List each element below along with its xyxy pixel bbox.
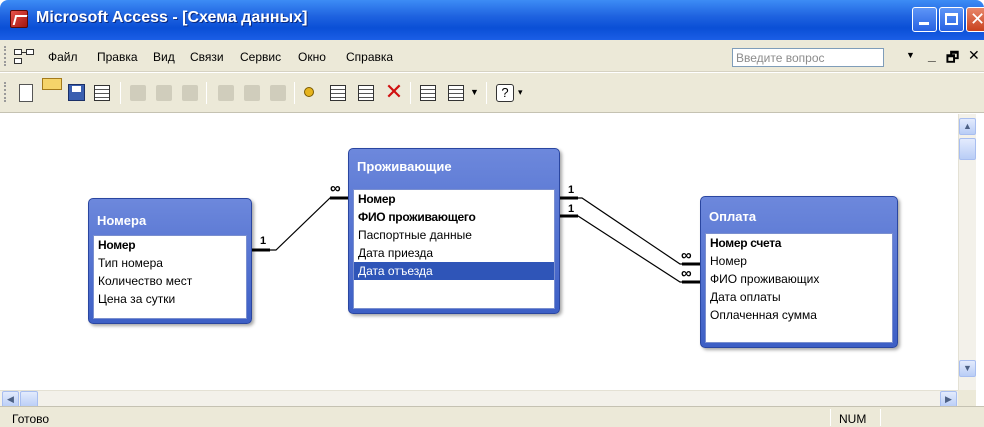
- field-item[interactable]: Цена за сутки: [94, 290, 246, 308]
- properties-icon[interactable]: [94, 85, 110, 101]
- minimize-icon: [919, 22, 929, 25]
- table-title: Оплата: [709, 209, 757, 224]
- field-list[interactable]: Номер ФИО проживающего Паспортные данные…: [353, 189, 555, 309]
- field-item[interactable]: Дата оплаты: [706, 288, 892, 306]
- status-divider: [880, 409, 881, 426]
- table-nomera[interactable]: Номера Номер Тип номера Количество мест …: [88, 198, 252, 324]
- menu-relationships[interactable]: Связи: [190, 50, 224, 64]
- relationship-one-label: 1: [260, 235, 266, 247]
- field-item[interactable]: Оплаченная сумма: [706, 306, 892, 324]
- status-text: Готово: [12, 412, 50, 426]
- print-preview-icon[interactable]: [156, 85, 172, 101]
- help-icon[interactable]: ?: [496, 84, 514, 102]
- copy-icon[interactable]: [244, 85, 260, 101]
- paste-icon[interactable]: [270, 85, 286, 101]
- status-bar: Готово NUM: [0, 406, 984, 427]
- vertical-scroll-thumb[interactable]: [959, 138, 976, 160]
- relationship-line[interactable]: [252, 197, 350, 251]
- field-item[interactable]: ФИО проживающего: [354, 208, 554, 226]
- new-object-dropdown-icon[interactable]: ▼: [470, 87, 490, 107]
- toolbar-separator: [206, 82, 207, 104]
- database-window-icon[interactable]: [420, 85, 436, 101]
- show-direct-icon[interactable]: [330, 85, 346, 101]
- open-icon[interactable]: [42, 78, 62, 90]
- field-list[interactable]: Номер Тип номера Количество мест Цена за…: [93, 235, 247, 319]
- ask-dropdown-icon[interactable]: ▼: [906, 50, 915, 60]
- horizontal-scrollbar[interactable]: ◀ ▶: [0, 390, 958, 408]
- menu-edit[interactable]: Правка: [97, 50, 138, 64]
- toolbar: ✕ ▼ ? ▾: [0, 73, 984, 113]
- delete-icon[interactable]: ✕: [384, 81, 404, 103]
- table-oplata[interactable]: Оплата Номер счета Номер ФИО проживающих…: [700, 196, 898, 348]
- toolbar-separator: [120, 82, 121, 104]
- menu-file[interactable]: Файл: [48, 50, 78, 64]
- status-divider: [830, 409, 831, 426]
- menu-tools[interactable]: Сервис: [240, 50, 281, 64]
- close-icon: ✕: [970, 9, 984, 29]
- window-title: Microsoft Access - [Схема данных]: [36, 9, 308, 26]
- num-lock-indicator: NUM: [839, 412, 867, 426]
- show-table-icon[interactable]: [304, 87, 314, 97]
- toolbar-separator: [294, 82, 295, 104]
- field-item[interactable]: Номер счета: [706, 234, 892, 252]
- field-item-selected[interactable]: Дата отъезда: [354, 262, 554, 280]
- new-button[interactable]: [16, 83, 36, 103]
- toolbar-separator: [486, 82, 487, 104]
- relationships-canvas[interactable]: 1 ∞ 1 ∞ 1 ∞ Номера Номер Тип номера Коли…: [0, 114, 958, 390]
- field-item[interactable]: Дата приезда: [354, 244, 554, 262]
- field-item[interactable]: Номер: [354, 190, 554, 208]
- menu-view[interactable]: Вид: [153, 50, 175, 64]
- scroll-down-icon[interactable]: ▼: [959, 360, 976, 377]
- scroll-up-icon[interactable]: ▲: [959, 118, 976, 135]
- relationships-window-icon[interactable]: [14, 49, 36, 65]
- show-all-icon[interactable]: [358, 85, 374, 101]
- field-item[interactable]: Номер: [706, 252, 892, 270]
- new-icon: [19, 84, 33, 102]
- menu-grip[interactable]: [4, 46, 7, 66]
- relationship-one-label: 1: [568, 184, 574, 196]
- field-item[interactable]: Тип номера: [94, 254, 246, 272]
- title-bar: Microsoft Access - [Схема данных] ✕: [0, 0, 984, 40]
- menu-help[interactable]: Справка: [346, 50, 393, 64]
- vertical-scrollbar[interactable]: ▲ ▼: [958, 114, 976, 404]
- relationship-many-label: ∞: [330, 180, 341, 197]
- spelling-icon[interactable]: [182, 85, 198, 101]
- minimize-button[interactable]: [912, 7, 937, 32]
- table-title: Номера: [97, 213, 147, 228]
- print-icon[interactable]: [130, 85, 146, 101]
- relationship-one-label: 1: [568, 203, 574, 215]
- access-app-icon[interactable]: [10, 10, 28, 28]
- new-object-icon[interactable]: [448, 85, 464, 101]
- doc-minimize-icon[interactable]: _: [928, 47, 936, 63]
- save-icon[interactable]: [68, 84, 85, 101]
- toolbar-grip[interactable]: [4, 82, 7, 102]
- menu-window[interactable]: Окно: [298, 50, 326, 64]
- field-item[interactable]: ФИО проживающих: [706, 270, 892, 288]
- relationship-many-label: ∞: [681, 265, 692, 282]
- ask-question-input[interactable]: Введите вопрос: [732, 48, 884, 67]
- table-prozhivayushchie[interactable]: Проживающие Номер ФИО проживающего Паспо…: [348, 148, 560, 314]
- close-button[interactable]: ✕: [966, 7, 984, 32]
- relationship-many-label: ∞: [681, 247, 692, 264]
- field-item[interactable]: Номер: [94, 236, 246, 254]
- doc-close-icon[interactable]: ✕: [968, 47, 980, 64]
- maximize-button[interactable]: [939, 7, 964, 32]
- field-list[interactable]: Номер счета Номер ФИО проживающих Дата о…: [705, 233, 893, 343]
- field-item[interactable]: Паспортные данные: [354, 226, 554, 244]
- field-item[interactable]: Количество мест: [94, 272, 246, 290]
- table-title: Проживающие: [357, 159, 452, 174]
- cut-icon[interactable]: [218, 85, 234, 101]
- toolbar-options-icon[interactable]: ▾: [518, 87, 538, 107]
- toolbar-separator: [410, 82, 411, 104]
- doc-restore-icon[interactable]: 🗗: [946, 47, 959, 71]
- scroll-corner: [958, 390, 976, 406]
- maximize-icon: [945, 13, 958, 25]
